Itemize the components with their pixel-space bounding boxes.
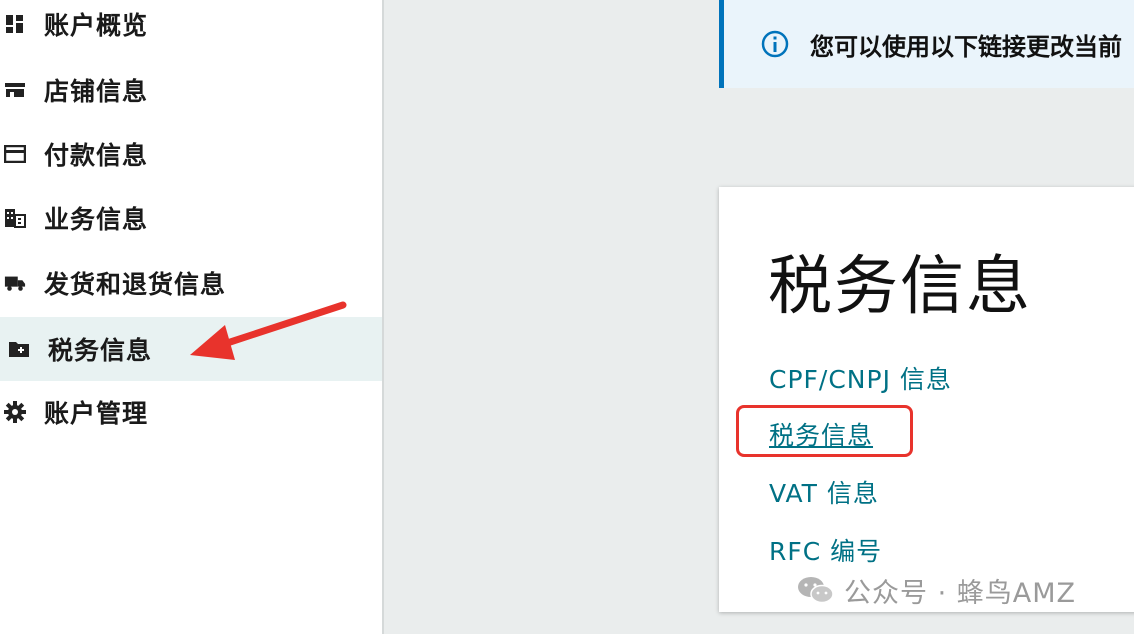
sidebar-item-account-overview[interactable]: 账户概览: [0, 0, 382, 56]
info-icon: [760, 29, 790, 59]
gear-icon: [4, 401, 26, 423]
wechat-icon: [796, 575, 836, 605]
sidebar-item-store-info[interactable]: 店铺信息: [0, 58, 382, 122]
link-vat-info[interactable]: VAT 信息: [769, 474, 879, 510]
sidebar-item-label: 业务信息: [44, 205, 149, 234]
annotation-highlight-box: [736, 405, 913, 457]
info-banner: 您可以使用以下链接更改当前: [719, 0, 1134, 88]
truck-icon: [4, 272, 26, 294]
sidebar-item-label: 账户概览: [44, 11, 149, 40]
dashboard-icon: [4, 13, 26, 35]
link-cpf-cnpj-info[interactable]: CPF/CNPJ 信息: [769, 360, 952, 396]
annotation-arrow: [190, 301, 347, 360]
store-icon: [4, 79, 26, 101]
building-icon: [4, 207, 26, 229]
sidebar-item-payment-info[interactable]: 付款信息: [0, 122, 382, 186]
card-title: 税务信息: [768, 250, 1032, 324]
sidebar-item-account-management[interactable]: 账户管理: [0, 380, 382, 444]
banner-text: 您可以使用以下链接更改当前: [810, 32, 1122, 61]
tax-info-card: 税务信息 CPF/CNPJ 信息 税务信息 VAT 信息 RFC 编号: [719, 187, 1134, 612]
sidebar-item-label: 账户管理: [44, 399, 149, 428]
watermark: 公众号 · 蜂鸟AMZ: [796, 572, 1077, 609]
link-rfc-number[interactable]: RFC 编号: [769, 532, 882, 568]
sidebar-item-label: 付款信息: [44, 141, 149, 170]
sidebar-item-label: 店铺信息: [44, 77, 149, 106]
folder-plus-icon: [8, 338, 30, 360]
credit-card-icon: [4, 143, 26, 165]
sidebar-item-label: 税务信息: [48, 336, 153, 365]
sidebar-item-business-info[interactable]: 业务信息: [0, 186, 382, 250]
watermark-text: 公众号 · 蜂鸟AMZ: [844, 577, 1077, 609]
